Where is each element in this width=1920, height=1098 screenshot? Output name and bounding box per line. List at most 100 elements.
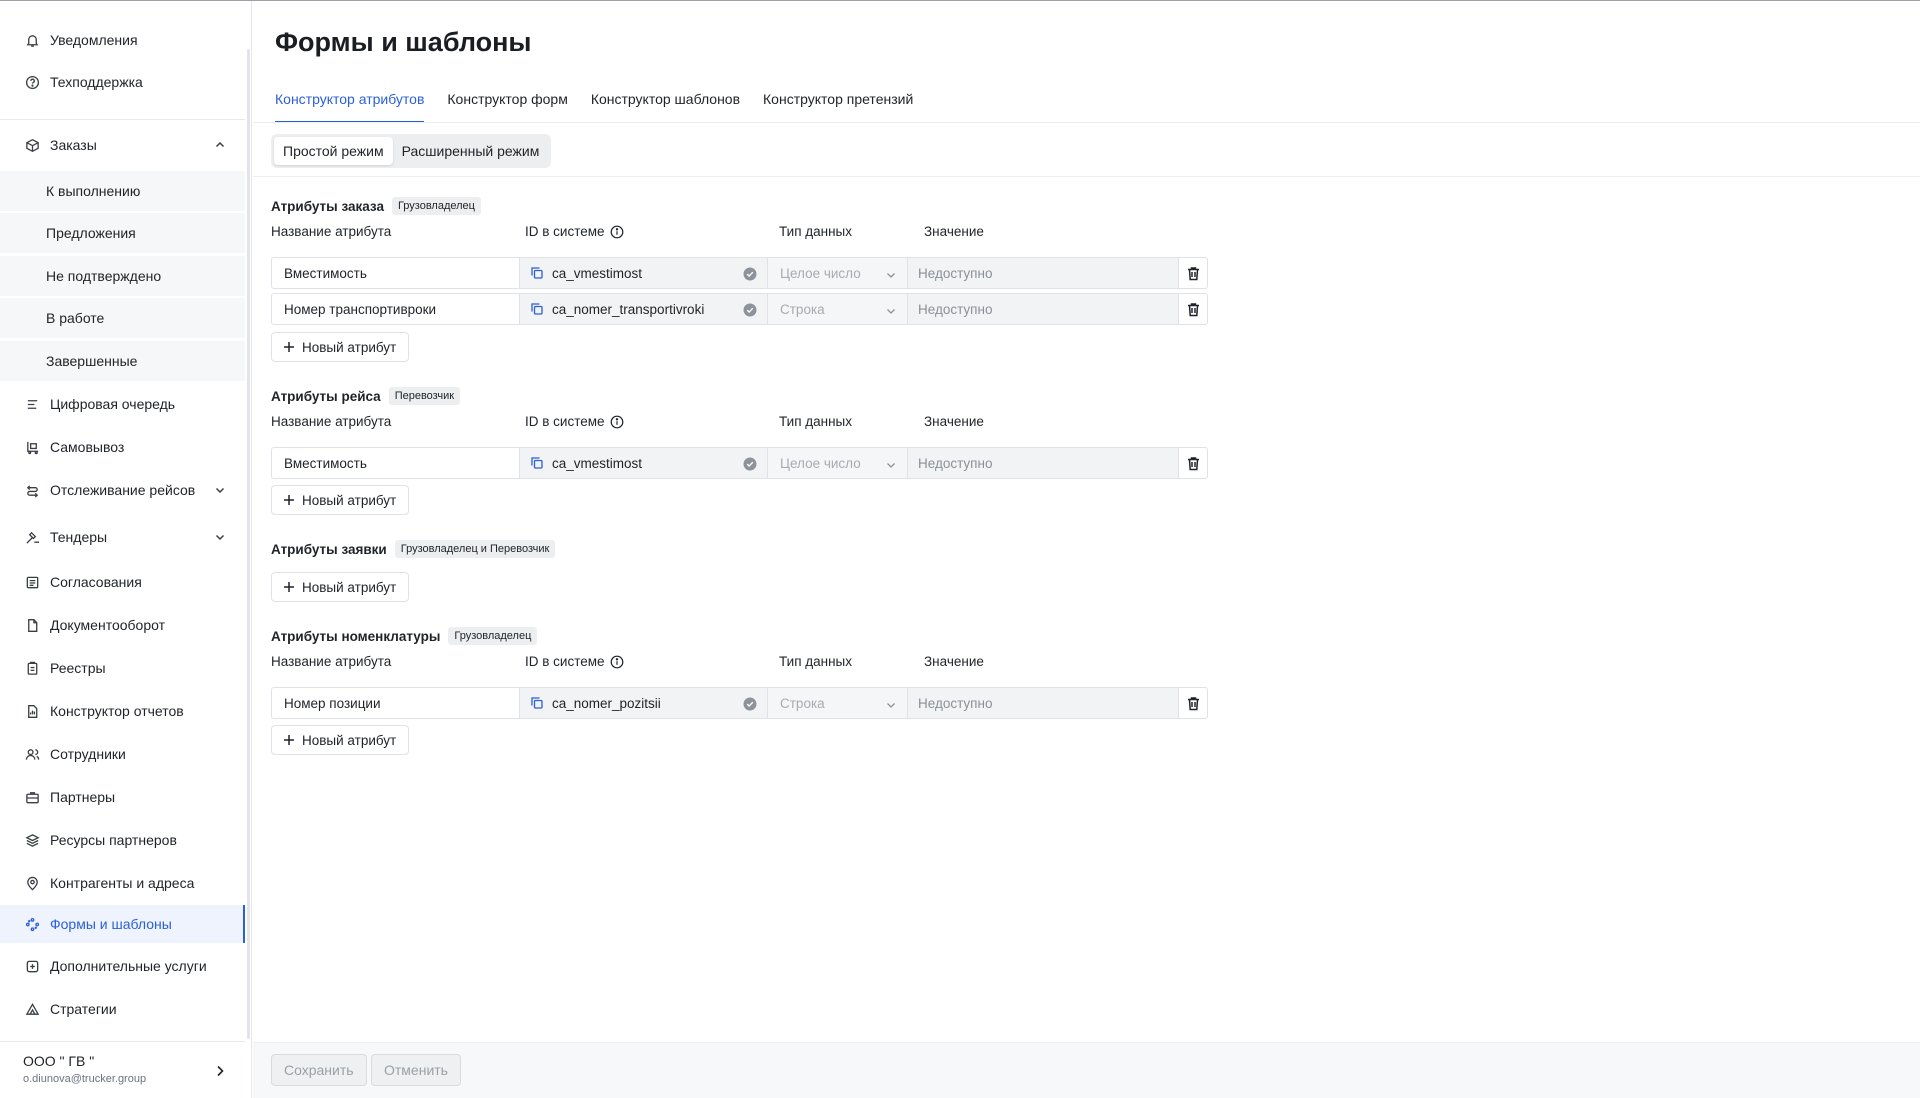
sidebar-item-counterparties[interactable]: Контрагенты и адреса bbox=[0, 864, 245, 902]
copy-icon[interactable] bbox=[530, 302, 544, 316]
info-icon[interactable] bbox=[610, 655, 624, 669]
delete-attribute-button[interactable] bbox=[1178, 293, 1208, 325]
sidebar-item-document-flow[interactable]: Документооборот bbox=[0, 606, 245, 644]
attribute-name-input[interactable]: Вместимость bbox=[271, 447, 520, 479]
delete-attribute-button[interactable] bbox=[1178, 447, 1208, 479]
delete-attribute-button[interactable] bbox=[1178, 257, 1208, 289]
sidebar-item-forms-templates[interactable]: Формы и шаблоны bbox=[0, 905, 245, 943]
sidebar-item-employees[interactable]: Сотрудники bbox=[0, 735, 245, 773]
sidebar-item-label: Самовывоз bbox=[50, 439, 125, 455]
sidebar-subitem-label: Не подтверждено bbox=[46, 268, 162, 284]
sidebar-item-orders[interactable]: Заказы bbox=[0, 126, 245, 164]
advanced-mode-button[interactable]: Расширенный режим bbox=[393, 137, 549, 165]
sidebar-item-additional-services[interactable]: Дополнительные услуги bbox=[0, 947, 245, 985]
attribute-name-input[interactable]: Номер позиции bbox=[271, 687, 520, 719]
copy-icon[interactable] bbox=[530, 266, 544, 280]
attribute-sysid-field[interactable]: ca_nomer_pozitsii bbox=[519, 687, 768, 719]
attribute-value-field[interactable]: Недоступно bbox=[907, 447, 1179, 479]
delete-attribute-button[interactable] bbox=[1178, 687, 1208, 719]
tab-claim-builder[interactable]: Конструктор претензий bbox=[763, 91, 913, 123]
main-content: Формы и шаблоны Конструктор атрибутов Ко… bbox=[253, 1, 1920, 1098]
cancel-button[interactable]: Отменить bbox=[371, 1054, 461, 1086]
trash-icon bbox=[1187, 302, 1199, 316]
sidebar-item-label: Техподдержка bbox=[50, 74, 143, 90]
account-info[interactable]: ООО " ГВ " o.diunova@trucker.group bbox=[23, 1053, 146, 1085]
sidebar-item-partners[interactable]: Партнеры bbox=[0, 778, 245, 816]
registry-icon bbox=[24, 660, 40, 676]
data-type-value: Строка bbox=[780, 695, 825, 711]
sidebar-item-partner-resources[interactable]: Ресурсы партнеров bbox=[0, 821, 245, 859]
column-header-dtype: Тип данных bbox=[779, 414, 853, 429]
attribute-name-input[interactable]: Номер транспортивроки bbox=[271, 293, 520, 325]
chevron-down-icon[interactable] bbox=[213, 530, 227, 544]
sidebar-subitem-offers[interactable]: Предложения bbox=[0, 213, 245, 253]
sidebar-item-tenders[interactable]: Тендеры bbox=[0, 518, 245, 556]
attribute-sysid-value: ca_nomer_pozitsii bbox=[552, 695, 661, 711]
sidebar-subitem-to-do[interactable]: К выполнению bbox=[0, 171, 245, 211]
add-attribute-button[interactable]: Новый атрибут bbox=[271, 725, 410, 755]
map-pin-icon bbox=[24, 875, 40, 891]
data-type-select[interactable]: Целое число bbox=[767, 447, 908, 479]
section-title-text: Атрибуты рейса bbox=[271, 388, 381, 404]
sidebar-item-label: Согласования bbox=[50, 574, 142, 590]
section-nomenclature-attributes-title: Атрибуты номенклатуры Грузовладелец bbox=[271, 627, 538, 645]
attribute-sysid-field[interactable]: ca_nomer_transportivroki bbox=[519, 293, 768, 325]
chevron-down-icon[interactable] bbox=[213, 483, 227, 497]
users-icon bbox=[24, 746, 40, 762]
data-type-select[interactable]: Целое число bbox=[767, 257, 908, 289]
sidebar-item-support[interactable]: Техподдержка bbox=[0, 63, 245, 101]
tab-form-builder[interactable]: Конструктор форм bbox=[447, 91, 567, 123]
sidebar-item-approvals[interactable]: Согласования bbox=[0, 563, 245, 601]
sidebar-item-digital-queue[interactable]: Цифровая очередь bbox=[0, 385, 245, 423]
plus-icon bbox=[284, 495, 294, 505]
sidebar-item-label: Заказы bbox=[50, 137, 97, 153]
sidebar-scrollbar[interactable] bbox=[247, 49, 250, 1039]
info-icon[interactable] bbox=[610, 225, 624, 239]
copy-icon[interactable] bbox=[530, 456, 544, 470]
attribute-value-field[interactable]: Недоступно bbox=[907, 257, 1179, 289]
sidebar-subitem-completed[interactable]: Завершенные bbox=[0, 341, 245, 381]
attribute-value-field[interactable]: Недоступно bbox=[907, 293, 1179, 325]
data-type-value: Строка bbox=[780, 301, 825, 317]
sidebar-item-label: Конструктор отчетов bbox=[50, 703, 184, 719]
trash-icon bbox=[1187, 696, 1199, 710]
briefcase-icon bbox=[24, 789, 40, 805]
data-type-select[interactable]: Строка bbox=[767, 687, 908, 719]
page-title: Формы и шаблоны bbox=[275, 27, 532, 57]
plus-icon bbox=[284, 582, 294, 592]
sidebar-item-report-builder[interactable]: Конструктор отчетов bbox=[0, 692, 245, 730]
sidebar-item-pickup[interactable]: Самовывоз bbox=[0, 428, 245, 466]
add-attribute-button[interactable]: Новый атрибут bbox=[271, 332, 410, 362]
column-header-sysid: ID в системе bbox=[525, 414, 624, 429]
tabs-divider bbox=[253, 122, 1920, 123]
attribute-sysid-field[interactable]: ca_vmestimost bbox=[519, 257, 768, 289]
chevron-right-icon[interactable] bbox=[212, 1063, 228, 1079]
account-org: ООО " ГВ " bbox=[23, 1053, 95, 1069]
sidebar-item-strategies[interactable]: Стратегии bbox=[0, 990, 245, 1028]
chevron-up-icon[interactable] bbox=[213, 138, 227, 152]
column-header-name: Название атрибута bbox=[271, 414, 392, 429]
add-attribute-button[interactable]: Новый атрибут bbox=[271, 572, 410, 602]
attribute-value-field[interactable]: Недоступно bbox=[907, 687, 1179, 719]
tab-attribute-builder[interactable]: Конструктор атрибутов bbox=[275, 91, 425, 123]
check-circle-icon bbox=[743, 303, 757, 317]
column-header-sysid: ID в системе bbox=[525, 224, 624, 239]
add-attribute-button[interactable]: Новый атрибут bbox=[271, 485, 410, 515]
sidebar-item-notifications[interactable]: Уведомления bbox=[0, 21, 245, 59]
info-icon[interactable] bbox=[610, 415, 624, 429]
simple-mode-button[interactable]: Простой режим bbox=[274, 137, 393, 165]
sidebar-item-tracking[interactable]: Отслеживание рейсов bbox=[0, 471, 245, 509]
sidebar-subitem-in-progress[interactable]: В работе bbox=[0, 298, 245, 338]
hammer-icon bbox=[24, 529, 40, 545]
data-type-select[interactable]: Строка bbox=[767, 293, 908, 325]
check-circle-icon bbox=[743, 267, 757, 281]
tab-template-builder[interactable]: Конструктор шаблонов bbox=[591, 91, 740, 123]
save-button[interactable]: Сохранить bbox=[271, 1054, 367, 1086]
sidebar-item-registries[interactable]: Реестры bbox=[0, 649, 245, 687]
attribute-row: Номер позиции ca_nomer_pozitsii Строка Н… bbox=[271, 687, 1208, 719]
sidebar-item-label: Контрагенты и адреса bbox=[50, 875, 195, 891]
attribute-sysid-field[interactable]: ca_vmestimost bbox=[519, 447, 768, 479]
attribute-name-input[interactable]: Вместимость bbox=[271, 257, 520, 289]
copy-icon[interactable] bbox=[530, 696, 544, 710]
sidebar-subitem-unconfirmed[interactable]: Не подтверждено bbox=[0, 256, 245, 296]
